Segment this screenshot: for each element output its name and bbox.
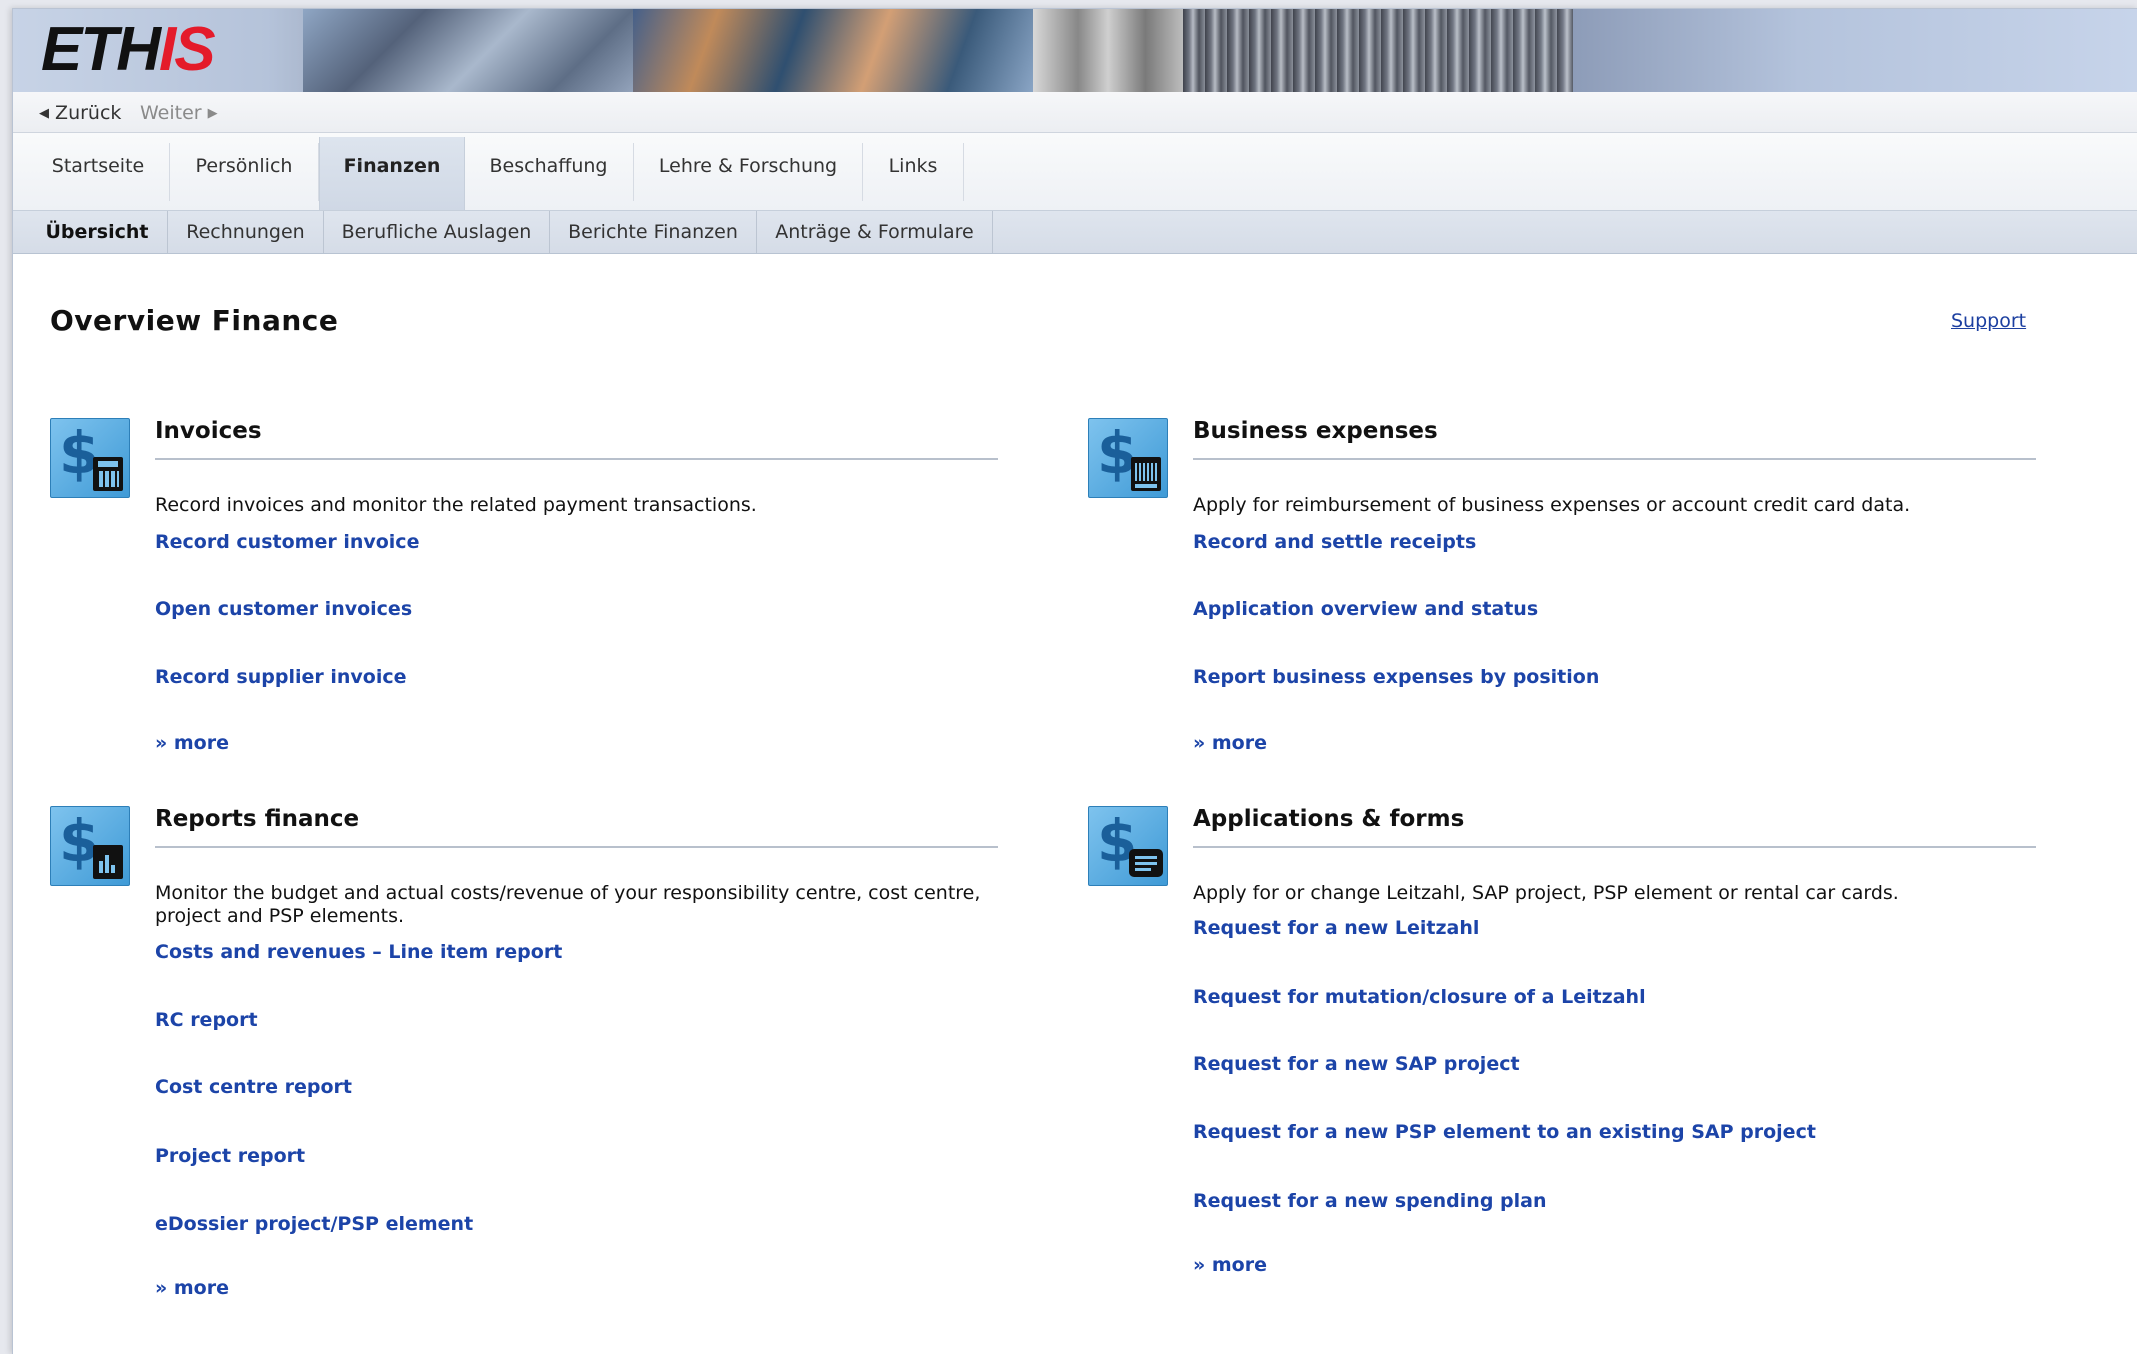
triangle-left-icon: ◀	[39, 106, 49, 121]
triangle-right-icon: ▶	[207, 106, 218, 121]
invoices-more-link[interactable]: » more	[155, 732, 229, 754]
application-overview-status-link[interactable]: Application overview and status	[1193, 598, 1538, 620]
tab-lehre-forschung[interactable]: Lehre & Forschung	[634, 143, 863, 201]
mutation-closure-leitzahl-link[interactable]: Request for mutation/closure of a Leitza…	[1193, 986, 1646, 1008]
rc-report-link[interactable]: RC report	[155, 1009, 258, 1031]
logo-text-eth: ETH	[41, 15, 161, 84]
subtab-berufliche-auslagen[interactable]: Berufliche Auslagen	[324, 211, 550, 253]
back-button[interactable]: ◀ Zurück	[39, 102, 121, 124]
new-sap-project-link[interactable]: Request for a new SAP project	[1193, 1053, 1520, 1075]
tab-startseite[interactable]: Startseite	[27, 143, 170, 201]
ethis-logo[interactable]: ETHIS	[41, 15, 216, 84]
history-nav-bar: ◀ Zurück Weiter ▶	[13, 92, 2137, 133]
report-expenses-by-position-link[interactable]: Report business expenses by position	[1193, 666, 1599, 688]
dollar-form-icon: $	[1088, 806, 1168, 886]
section-title: Business expenses	[1193, 418, 2036, 460]
dollar-report-icon: $	[50, 806, 130, 886]
browser-window: ETHIS ◀ Zurück Weiter ▶ Startseite Persö…	[12, 8, 2137, 1354]
banner-photo	[1033, 9, 1183, 92]
back-label: Zurück	[55, 102, 122, 124]
main-tab-bar: Startseite Persönlich Finanzen Beschaffu…	[13, 133, 2137, 211]
subtab-berichte-finanzen[interactable]: Berichte Finanzen	[550, 211, 757, 253]
tab-beschaffung[interactable]: Beschaffung	[464, 143, 634, 201]
banner-photo	[1183, 9, 1573, 92]
dollar-barcode-icon: $	[1088, 418, 1168, 498]
new-leitzahl-link[interactable]: Request for a new Leitzahl	[1193, 917, 1479, 939]
open-customer-invoices-link[interactable]: Open customer invoices	[155, 598, 412, 620]
logo-text-is: IS	[159, 15, 216, 84]
record-settle-receipts-link[interactable]: Record and settle receipts	[1193, 531, 1476, 553]
sub-tab-bar: Übersicht Rechnungen Berufliche Auslagen…	[13, 211, 2137, 254]
dollar-calculator-icon: $	[50, 418, 130, 498]
main-content: Overview Finance Support $ Invoices Reco…	[13, 254, 2137, 1354]
new-psp-element-link[interactable]: Request for a new PSP element to an exis…	[1193, 1121, 1816, 1143]
subtab-antraege-formulare[interactable]: Anträge & Formulare	[757, 211, 993, 253]
support-link[interactable]: Support	[1951, 310, 2026, 332]
forward-label: Weiter	[140, 102, 202, 124]
section-title: Invoices	[155, 418, 998, 460]
banner-photo	[633, 9, 1033, 92]
banner-photo	[1573, 9, 2137, 92]
tab-finanzen[interactable]: Finanzen	[319, 137, 465, 210]
record-customer-invoice-link[interactable]: Record customer invoice	[155, 531, 419, 553]
costs-revenues-line-item-link[interactable]: Costs and revenues – Line item report	[155, 941, 562, 963]
reports-more-link[interactable]: » more	[155, 1277, 229, 1299]
banner-photo	[303, 9, 633, 92]
subtab-uebersicht[interactable]: Übersicht	[27, 211, 168, 253]
tab-links[interactable]: Links	[863, 143, 964, 201]
forward-button[interactable]: Weiter ▶	[140, 102, 218, 124]
subtab-rechnungen[interactable]: Rechnungen	[168, 211, 324, 253]
section-description: Record invoices and monitor the related …	[155, 494, 757, 516]
section-description: Apply for reimbursement of business expe…	[1193, 494, 1911, 516]
new-spending-plan-link[interactable]: Request for a new spending plan	[1193, 1190, 1547, 1212]
header-banner: ETHIS	[13, 9, 2137, 92]
page-title: Overview Finance	[50, 304, 339, 337]
project-report-link[interactable]: Project report	[155, 1145, 305, 1167]
section-description: Monitor the budget and actual costs/reve…	[155, 882, 981, 927]
section-title: Applications & forms	[1193, 806, 2036, 848]
record-supplier-invoice-link[interactable]: Record supplier invoice	[155, 666, 407, 688]
tab-persoenlich[interactable]: Persönlich	[170, 143, 319, 201]
business-expenses-more-link[interactable]: » more	[1193, 732, 1267, 754]
edossier-link[interactable]: eDossier project/PSP element	[155, 1213, 473, 1235]
section-title: Reports finance	[155, 806, 998, 848]
section-description: Apply for or change Leitzahl, SAP projec…	[1193, 882, 1899, 904]
cost-centre-report-link[interactable]: Cost centre report	[155, 1076, 352, 1098]
applications-more-link[interactable]: » more	[1193, 1254, 1267, 1276]
